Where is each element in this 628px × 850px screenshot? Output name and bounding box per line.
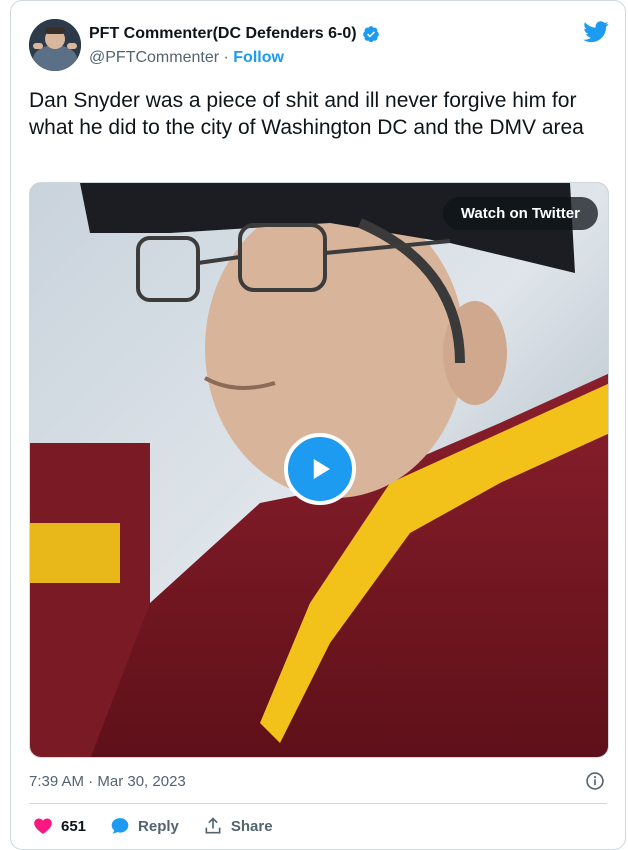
author-handle[interactable]: @PFTCommenter	[89, 49, 219, 66]
action-bar: 651 Reply Share	[33, 816, 273, 836]
heart-icon	[34, 818, 52, 834]
verified-badge-icon	[362, 26, 379, 43]
avatar-image	[29, 19, 81, 71]
watch-on-twitter-button[interactable]: Watch on Twitter	[442, 197, 598, 230]
tweet-text: Dan Snyder was a piece of shit and ill n…	[29, 89, 584, 139]
like-button[interactable]: 651	[33, 816, 86, 836]
author-name-row[interactable]: PFT Commenter(DC Defenders 6-0)	[89, 25, 380, 43]
tweet-timestamp[interactable]: 7:39 AM · Mar 30, 2023	[29, 773, 186, 790]
separator-dot: ·	[219, 49, 234, 66]
reply-icon	[111, 818, 129, 834]
follow-button[interactable]: Follow	[233, 49, 284, 66]
divider	[29, 803, 607, 804]
reply-label: Reply	[138, 817, 179, 835]
reply-button[interactable]: Reply	[110, 816, 179, 836]
twitter-bird-icon[interactable]	[583, 21, 609, 43]
info-icon[interactable]	[585, 771, 605, 791]
like-count: 651	[61, 817, 87, 835]
author-name[interactable]: PFT Commenter(DC Defenders 6-0)	[89, 25, 357, 43]
tweet-card: PFT Commenter(DC Defenders 6-0) @PFTComm…	[10, 0, 626, 850]
share-button[interactable]: Share	[203, 816, 273, 836]
share-label: Share	[230, 817, 273, 835]
video-player[interactable]: Watch on Twitter	[29, 182, 609, 758]
author-handle-line: @PFTCommenter · Follow	[89, 49, 284, 67]
share-icon	[205, 817, 221, 834]
play-icon	[313, 459, 330, 479]
play-button[interactable]	[284, 433, 356, 505]
avatar[interactable]	[29, 19, 81, 71]
